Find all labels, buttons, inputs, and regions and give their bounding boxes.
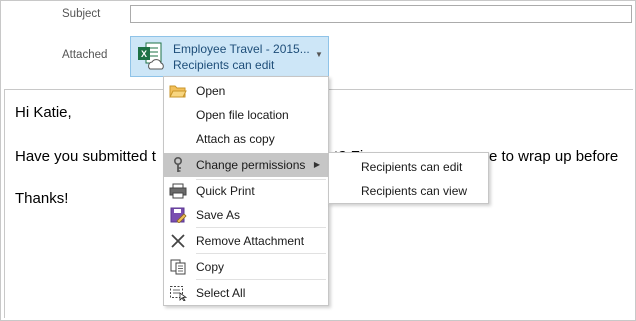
greeting-line: Hi Katie, bbox=[15, 104, 72, 121]
menu-item-label: Change permissions bbox=[196, 158, 306, 172]
chevron-right-icon: ▶ bbox=[313, 160, 320, 169]
menu-item-label: Remove Attachment bbox=[196, 234, 305, 248]
menu-separator bbox=[196, 279, 326, 280]
svg-text:X: X bbox=[141, 49, 147, 59]
save-as-icon bbox=[170, 207, 187, 223]
menu-item-open-file-location[interactable]: Open file location bbox=[164, 103, 328, 127]
menu-item-label: Save As bbox=[196, 208, 241, 222]
folder-open-icon bbox=[169, 85, 187, 98]
key-icon bbox=[174, 157, 182, 172]
x-icon bbox=[171, 234, 185, 248]
closing-line: Thanks! bbox=[15, 190, 69, 207]
permissions-submenu: Recipients can edit Recipients can view bbox=[328, 152, 489, 204]
menu-item-label: Quick Print bbox=[196, 184, 255, 198]
submenu-item-recipients-can-edit[interactable]: Recipients can edit bbox=[361, 160, 462, 174]
attachment-chip[interactable]: X Employee Travel - 2015... Recipients c… bbox=[130, 36, 329, 77]
body-line-1-start: Have you submitted t bbox=[15, 148, 156, 165]
printer-icon bbox=[169, 183, 187, 199]
menu-separator bbox=[196, 253, 326, 254]
menu-item-label: Open bbox=[196, 84, 226, 98]
subject-label: Subject bbox=[62, 8, 101, 20]
attached-label: Attached bbox=[62, 49, 108, 61]
copy-icon bbox=[170, 259, 186, 275]
attachment-permission: Recipients can edit bbox=[173, 58, 275, 72]
menu-item-label: Open file location bbox=[196, 108, 289, 122]
select-all-icon bbox=[170, 286, 187, 301]
menu-item-label: Select All bbox=[196, 286, 246, 300]
menu-item-save-as[interactable]: Save As bbox=[164, 203, 328, 227]
body-line-1-end: e to wrap up before bbox=[489, 148, 619, 165]
chevron-down-icon[interactable]: ▼ bbox=[315, 50, 323, 59]
menu-item-open[interactable]: Open bbox=[164, 79, 328, 103]
submenu-item-recipients-can-view[interactable]: Recipients can view bbox=[361, 184, 467, 198]
menu-separator bbox=[196, 227, 326, 228]
excel-cloud-icon: X bbox=[138, 42, 164, 70]
menu-item-change-permissions[interactable]: Change permissions ▶ bbox=[164, 153, 328, 177]
subject-input[interactable] bbox=[130, 5, 632, 23]
menu-item-quick-print[interactable]: Quick Print bbox=[164, 179, 328, 203]
attachment-context-menu: Open Open file location Attach as copy C… bbox=[163, 76, 329, 306]
menu-item-label: Copy bbox=[196, 260, 225, 274]
menu-item-label: Attach as copy bbox=[196, 132, 275, 146]
menu-item-attach-as-copy[interactable]: Attach as copy bbox=[164, 127, 328, 151]
menu-item-remove-attachment[interactable]: Remove Attachment bbox=[164, 229, 328, 253]
attachment-name: Employee Travel - 2015... bbox=[173, 42, 310, 56]
menu-item-select-all[interactable]: Select All bbox=[164, 281, 328, 305]
menu-item-copy[interactable]: Copy bbox=[164, 255, 328, 279]
